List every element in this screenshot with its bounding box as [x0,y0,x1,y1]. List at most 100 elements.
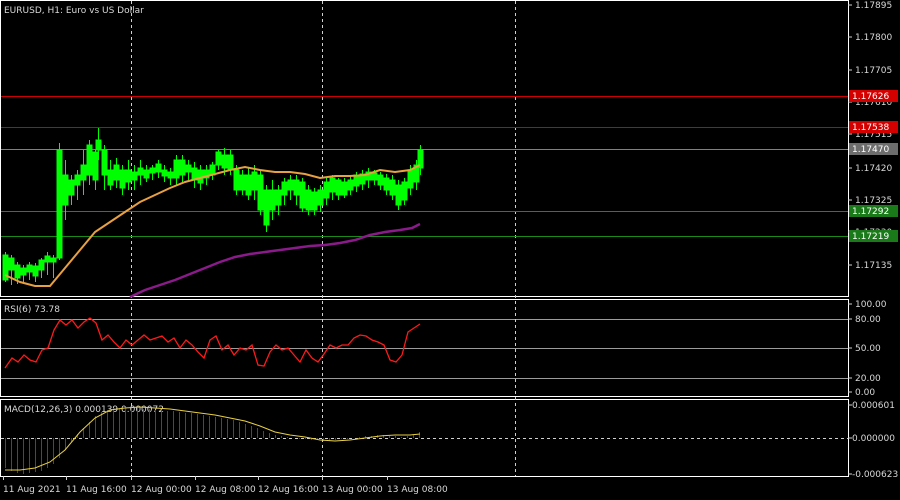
moving-average-slow [129,222,421,299]
candle-body [299,181,306,209]
price-tick-label: 1.17325 [855,196,892,206]
trading-chart-window[interactable]: EURUSD, H1: Euro vs US Dollar RSI(6) 73.… [0,0,900,500]
macd-tick-label: 0.000000 [852,434,895,444]
chart-canvas[interactable]: EURUSD, H1: Euro vs US Dollar RSI(6) 73.… [0,0,900,500]
candle-body [227,154,234,171]
rsi-panel-frame [0,299,849,397]
candle-body [221,154,228,169]
candle-body [335,179,342,196]
candle-body [86,144,93,176]
rsi-tick-label: 80.00 [855,315,881,325]
candle-body [323,181,330,199]
macd-tick-label: 0.000601 [852,401,895,411]
candle-body [347,179,354,191]
candle-body [281,181,288,196]
time-tick-label: 12 Aug 16:00 [258,485,319,495]
rsi-line [4,317,421,369]
candle-body [113,164,120,181]
candle-body [149,167,156,174]
price-tick-label: 1.17895 [855,1,892,11]
rsi-title: RSI(6) 73.78 [4,305,60,315]
candle-body [20,267,27,276]
main-chart-title: EURUSD, H1: Euro vs US Dollar [4,6,144,16]
price-tick-label: 1.17135 [855,261,892,271]
candle-body [185,164,192,173]
candle-body [44,255,51,263]
candle-body [143,169,150,179]
price-tag-label: 1.17292 [852,207,889,217]
time-tick-label: 11 Aug 2021 [3,485,61,495]
candle-body [38,259,45,271]
candle-body [305,189,312,211]
candlestick-series [2,128,424,285]
candle-body [131,171,138,181]
candle-body [287,179,294,191]
candle-body [401,181,408,201]
rsi-tick-label: 50.00 [855,344,881,354]
candle-body [101,149,108,176]
candle-body [371,172,378,181]
candle-body [389,179,396,196]
candle-body [8,257,15,271]
rsi-levels [1,319,848,379]
price-panel-frame [0,0,849,297]
candle-body [50,257,57,263]
candle-body [407,169,414,189]
candle-body [62,174,69,206]
candle-body [32,265,39,277]
macd-tick-label: -0.000623 [852,470,898,480]
candle-body [137,167,144,176]
time-axis: 11 Aug 2021 11 Aug 16:00 12 Aug 00:00 12 Au… [3,476,448,495]
candle-body [215,151,222,166]
candle-body [95,139,102,151]
candle-body [92,151,99,181]
price-tag-label: 1.17219 [852,232,889,242]
time-tick-label: 12 Aug 08:00 [195,485,256,495]
candle-body [275,189,282,206]
candle-body [317,189,324,206]
price-tag-label: 1.17538 [852,123,889,133]
candle-body [119,169,126,189]
candle-body [233,169,240,191]
rsi-tick-label: 0.00 [855,388,875,398]
price-tick-label: 1.17800 [855,33,892,43]
price-tag-label: 1.17626 [852,92,889,102]
candle-body [245,174,252,196]
candle-body [239,174,246,191]
macd-title: MACD(12,26,3) 0.000139 0.000072 [4,405,164,415]
candle-body [383,177,390,191]
candle-body [293,179,300,196]
candle-body [26,264,33,273]
candle-body [68,179,75,196]
macd-axis: 0.000601 0.000000 -0.000623 [848,401,898,480]
candle-body [74,174,81,186]
candle-body [14,264,21,279]
candle-body [173,159,180,179]
vertical-grid [131,1,516,476]
macd-histogram [5,407,420,474]
candle-body [80,164,87,181]
rsi-tick-label: 100.00 [855,300,887,310]
candle-body [161,169,168,177]
candle-body [263,189,270,226]
time-tick-label: 11 Aug 16:00 [66,485,127,495]
price-tick-label: 1.17420 [855,164,892,174]
candle-body [179,159,186,176]
candle-body [251,171,258,191]
rsi-axis: 100.00 80.00 50.00 20.00 0.00 [848,300,887,398]
price-tag-label: 1.17470 [852,145,889,155]
time-tick-label: 13 Aug 00:00 [322,485,383,495]
time-tick-label: 12 Aug 00:00 [131,485,192,495]
candle-body [395,184,402,206]
rsi-tick-label: 20.00 [855,374,881,384]
candle-body [56,149,63,259]
candle-body [107,169,114,186]
time-tick-label: 13 Aug 08:00 [387,485,448,495]
candle-body [311,191,318,211]
candle-body [155,163,162,173]
candle-body [167,171,174,179]
candle-body [269,189,276,211]
candle-body [341,181,348,196]
candle-body [257,174,264,211]
price-tick-label: 1.17705 [855,66,892,76]
